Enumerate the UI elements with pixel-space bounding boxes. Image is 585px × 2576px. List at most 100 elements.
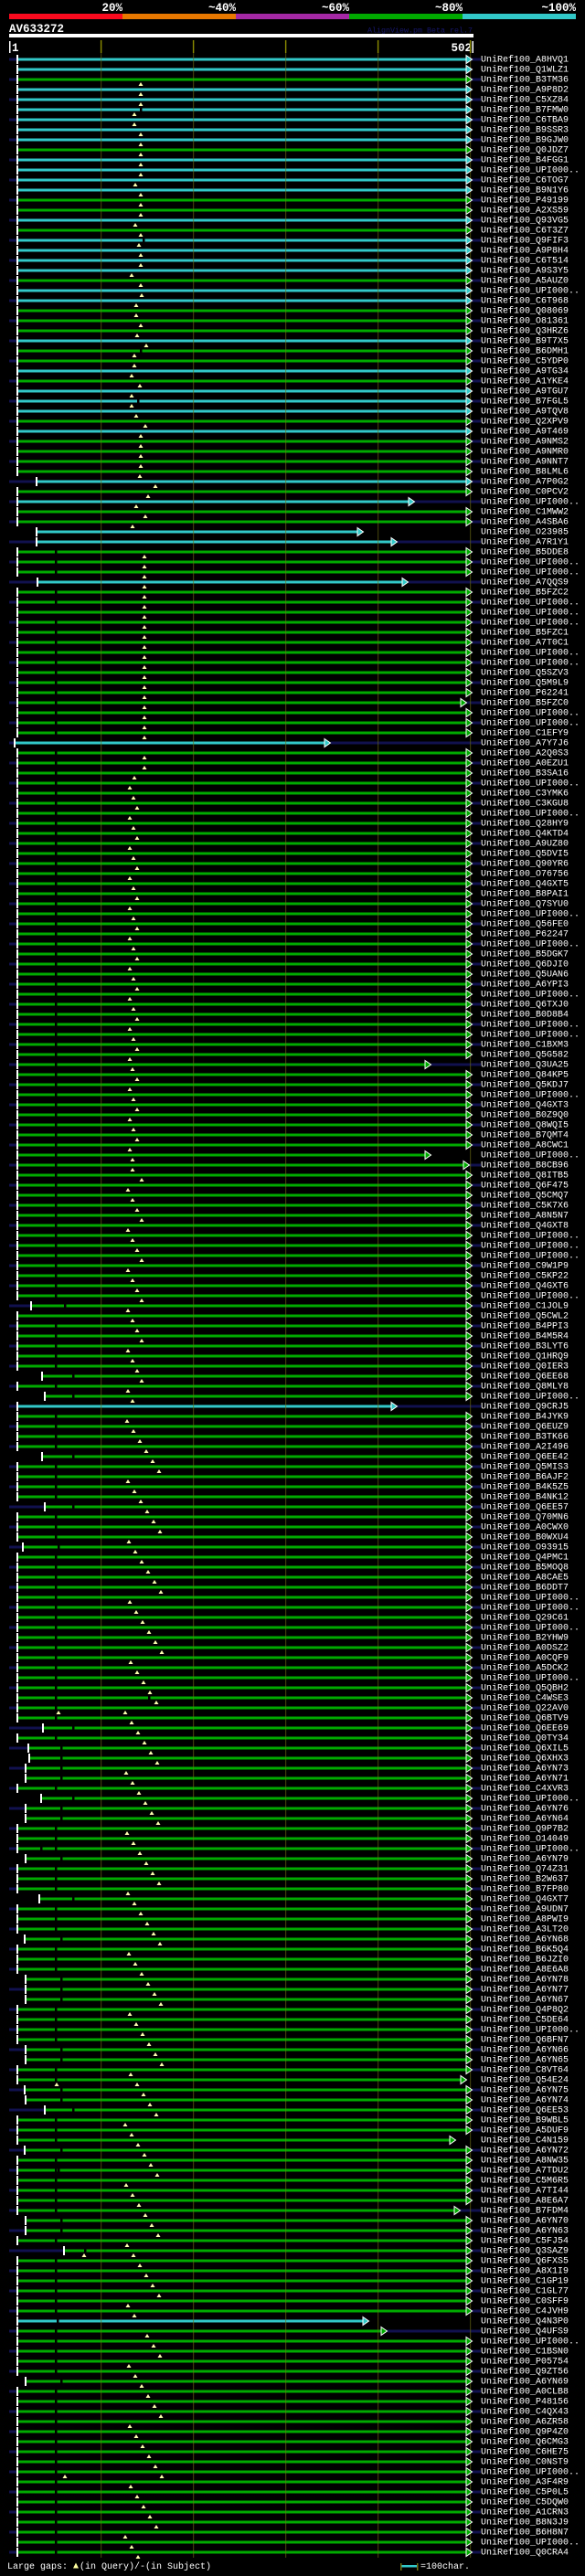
svg-text:UniRef100_UPI000..: UniRef100_UPI000.. xyxy=(481,1020,580,1031)
svg-text:UniRef100_UPI000..: UniRef100_UPI000.. xyxy=(481,1623,580,1634)
svg-text:UniRef100_C6TBA9: UniRef100_C6TBA9 xyxy=(481,115,569,126)
svg-text:UniRef100_B7FGL5: UniRef100_B7FGL5 xyxy=(481,397,569,408)
svg-text:UniRef100_Q6EE68: UniRef100_Q6EE68 xyxy=(481,1372,569,1383)
svg-text:UniRef100_B6H8N7: UniRef100_B6H8N7 xyxy=(481,2528,569,2539)
svg-text:UniRef100_C4QX43: UniRef100_C4QX43 xyxy=(481,2407,569,2418)
svg-text:UniRef100_A8N5N7: UniRef100_A8N5N7 xyxy=(481,1211,569,1222)
svg-text:UniRef100_C5KP22: UniRef100_C5KP22 xyxy=(481,1271,569,1282)
svg-text:UniRef100_C0PCV2: UniRef100_C0PCV2 xyxy=(481,487,569,498)
svg-text:~100%: ~100% xyxy=(541,2,576,15)
svg-text:UniRef100_A6YN63: UniRef100_A6YN63 xyxy=(481,2226,569,2237)
svg-text:UniRef100_B5FZC2: UniRef100_B5FZC2 xyxy=(481,588,569,599)
svg-text:UniRef100_A8HVQ1: UniRef100_A8HVQ1 xyxy=(481,55,569,66)
svg-text:UniRef100_Q84KP5: UniRef100_Q84KP5 xyxy=(481,1070,569,1081)
svg-text:UniRef100_B3SA16: UniRef100_B3SA16 xyxy=(481,769,569,779)
svg-text:UniRef100_O93915: UniRef100_O93915 xyxy=(481,1542,569,1553)
svg-text:UniRef100_A6YN76: UniRef100_A6YN76 xyxy=(481,1804,569,1815)
svg-text:UniRef100_A9NMS2: UniRef100_A9NMS2 xyxy=(481,437,569,448)
svg-text:UniRef100_Q54E24: UniRef100_Q54E24 xyxy=(481,2075,569,2086)
svg-text:UniRef100_Q56FE0: UniRef100_Q56FE0 xyxy=(481,919,569,930)
svg-text:UniRef100_B8PAI1: UniRef100_B8PAI1 xyxy=(481,889,569,900)
svg-text:UniRef100_Q74Z31: UniRef100_Q74Z31 xyxy=(481,1864,569,1875)
svg-text:UniRef100_Q9FIF3: UniRef100_Q9FIF3 xyxy=(481,236,569,247)
svg-text:UniRef100_C1BSN0: UniRef100_C1BSN0 xyxy=(481,2347,569,2358)
svg-text:UniRef100_A6YN77: UniRef100_A6YN77 xyxy=(481,1985,569,1996)
svg-text:UniRef100_Q0JDZ7: UniRef100_Q0JDZ7 xyxy=(481,145,569,156)
svg-text:UniRef100_C6T3Z7: UniRef100_C6T3Z7 xyxy=(481,226,569,237)
svg-text:UniRef100_UPI000..: UniRef100_UPI000.. xyxy=(481,286,580,297)
svg-text:1: 1 xyxy=(12,42,19,55)
svg-text:UniRef100_C1EFY9: UniRef100_C1EFY9 xyxy=(481,728,569,739)
svg-text:UniRef100_Q6BTV9: UniRef100_Q6BTV9 xyxy=(481,1713,569,1724)
svg-text:UniRef100_C3KGU8: UniRef100_C3KGU8 xyxy=(481,799,569,810)
svg-text:UniRef100_C5K7X6: UniRef100_C5K7X6 xyxy=(481,1201,569,1212)
svg-text:UniRef100_UPI000..: UniRef100_UPI000.. xyxy=(481,1150,580,1161)
svg-text:UniRef100_Q6EE69: UniRef100_Q6EE69 xyxy=(481,1723,569,1734)
svg-text:UniRef100_O23985: UniRef100_O23985 xyxy=(481,527,569,538)
svg-text:UniRef100_B9T7X5: UniRef100_B9T7X5 xyxy=(481,336,569,347)
svg-text:UniRef100_A0DSZ2: UniRef100_A0DSZ2 xyxy=(481,1643,569,1654)
svg-text:UniRef100_A6YN79: UniRef100_A6YN79 xyxy=(481,1854,569,1865)
svg-text:UniRef100_A7QQS9: UniRef100_A7QQS9 xyxy=(481,578,569,588)
svg-text:UniRef100_A9UDN7: UniRef100_A9UDN7 xyxy=(481,1904,569,1915)
svg-text:~40%: ~40% xyxy=(208,2,237,15)
svg-text:UniRef100_A9NNT7: UniRef100_A9NNT7 xyxy=(481,457,569,468)
svg-text:~60%: ~60% xyxy=(322,2,350,15)
svg-text:UniRef100_B9N1Y6: UniRef100_B9N1Y6 xyxy=(481,186,569,196)
svg-text:UniRef100_C6HE75: UniRef100_C6HE75 xyxy=(481,2447,569,2458)
svg-text:UniRef100_A9T469: UniRef100_A9T469 xyxy=(481,427,569,438)
svg-text:UniRef100_Q9P7B2: UniRef100_Q9P7B2 xyxy=(481,1824,569,1835)
svg-text:UniRef100_B8CB96: UniRef100_B8CB96 xyxy=(481,1161,569,1171)
svg-text:UniRef100_C1GL77: UniRef100_C1GL77 xyxy=(481,2286,569,2297)
svg-text:UniRef100_B6DMH1: UniRef100_B6DMH1 xyxy=(481,346,569,357)
svg-text:UniRef100_Q6CMG3: UniRef100_Q6CMG3 xyxy=(481,2437,569,2448)
svg-text:UniRef100_Q9P4Z0: UniRef100_Q9P4Z0 xyxy=(481,2427,569,2438)
svg-text:UniRef100_B6DDT7: UniRef100_B6DDT7 xyxy=(481,1583,569,1594)
svg-text:UniRef100_B2W637: UniRef100_B2W637 xyxy=(481,1874,569,1885)
svg-text:UniRef100_Q93VG5: UniRef100_Q93VG5 xyxy=(481,216,569,227)
svg-text:UniRef100_Q4P8Q2: UniRef100_Q4P8Q2 xyxy=(481,2005,569,2016)
svg-text:UniRef100_C5M6R5: UniRef100_C5M6R5 xyxy=(481,2176,569,2187)
svg-text:UniRef100_B7FP80: UniRef100_B7FP80 xyxy=(481,1884,569,1895)
svg-text:UniRef100_C1GP19: UniRef100_C1GP19 xyxy=(481,2276,569,2287)
svg-text:20%: 20% xyxy=(101,2,122,15)
svg-text:UniRef100_Q8MLY8: UniRef100_Q8MLY8 xyxy=(481,1382,569,1393)
svg-text:UniRef100_UPI000..: UniRef100_UPI000.. xyxy=(481,1030,580,1041)
svg-text:UniRef100_O76756: UniRef100_O76756 xyxy=(481,869,569,880)
svg-text:Large gaps:: Large gaps: xyxy=(7,2562,68,2572)
svg-text:UniRef100_Q5QBH2: UniRef100_Q5QBH2 xyxy=(481,1683,569,1694)
svg-text:UniRef100_UPI000..: UniRef100_UPI000.. xyxy=(481,779,580,790)
svg-text:(in Query)/: (in Query)/ xyxy=(80,2561,140,2572)
svg-text:UniRef100_B9GJW0: UniRef100_B9GJW0 xyxy=(481,135,569,146)
svg-text:UniRef100_UPI000..: UniRef100_UPI000.. xyxy=(481,990,580,1001)
svg-text:=100char.: =100char. xyxy=(420,2561,470,2572)
svg-text:UniRef100_B7FMW0: UniRef100_B7FMW0 xyxy=(481,105,569,116)
svg-text:UniRef100_B5DDE8: UniRef100_B5DDE8 xyxy=(481,547,569,558)
svg-text:UniRef100_Q6XHX3: UniRef100_Q6XHX3 xyxy=(481,1754,569,1765)
svg-text:UniRef100_UPI000..: UniRef100_UPI000.. xyxy=(481,1231,580,1242)
svg-text:UniRef100_Q4GXT6: UniRef100_Q4GXT6 xyxy=(481,1281,569,1292)
svg-text:UniRef100_UPI000..: UniRef100_UPI000.. xyxy=(481,1593,580,1604)
svg-text:UniRef100_B6AJF2: UniRef100_B6AJF2 xyxy=(481,1472,569,1483)
svg-text:UniRef100_A6YN66: UniRef100_A6YN66 xyxy=(481,2045,569,2056)
svg-text:UniRef100_C5FJ54: UniRef100_C5FJ54 xyxy=(481,2236,569,2247)
svg-text:UniRef100_C0SFF9: UniRef100_C0SFF9 xyxy=(481,2296,569,2307)
svg-text:UniRef100_Q6TXJ0: UniRef100_Q6TXJ0 xyxy=(481,1000,569,1011)
svg-text:502: 502 xyxy=(451,42,472,55)
svg-text:UniRef100_A8X1I9: UniRef100_A8X1I9 xyxy=(481,2266,569,2277)
svg-text:UniRef100_Q5CMQ7: UniRef100_Q5CMQ7 xyxy=(481,1191,569,1202)
svg-text:UniRef100_O81361: UniRef100_O81361 xyxy=(481,316,569,327)
svg-text:UniRef100_Q5MIS3: UniRef100_Q5MIS3 xyxy=(481,1462,569,1473)
svg-text:UniRef100_Q0CRA4: UniRef100_Q0CRA4 xyxy=(481,2548,569,2559)
svg-text:UniRef100_C4WSE3: UniRef100_C4WSE3 xyxy=(481,1693,569,1704)
svg-text:UniRef100_A7T0C1: UniRef100_A7T0C1 xyxy=(481,638,569,649)
svg-text:UniRef100_A0EZU1: UniRef100_A0EZU1 xyxy=(481,758,569,769)
svg-text:UniRef100_A2Q0S3: UniRef100_A2Q0S3 xyxy=(481,748,569,759)
svg-text:UniRef100_A5DCK2: UniRef100_A5DCK2 xyxy=(481,1663,569,1674)
svg-text:UniRef100_Q4GXT3: UniRef100_Q4GXT3 xyxy=(481,1100,569,1111)
svg-text:UniRef100_C5DE64: UniRef100_C5DE64 xyxy=(481,2015,569,2026)
svg-text:UniRef100_A7TI44: UniRef100_A7TI44 xyxy=(481,2186,569,2197)
svg-text:UniRef100_Q6DJI0: UniRef100_Q6DJI0 xyxy=(481,959,569,970)
svg-text:UniRef100_Q3UA25: UniRef100_Q3UA25 xyxy=(481,1060,569,1071)
svg-text:UniRef100_C1JOL9: UniRef100_C1JOL9 xyxy=(481,1301,569,1312)
